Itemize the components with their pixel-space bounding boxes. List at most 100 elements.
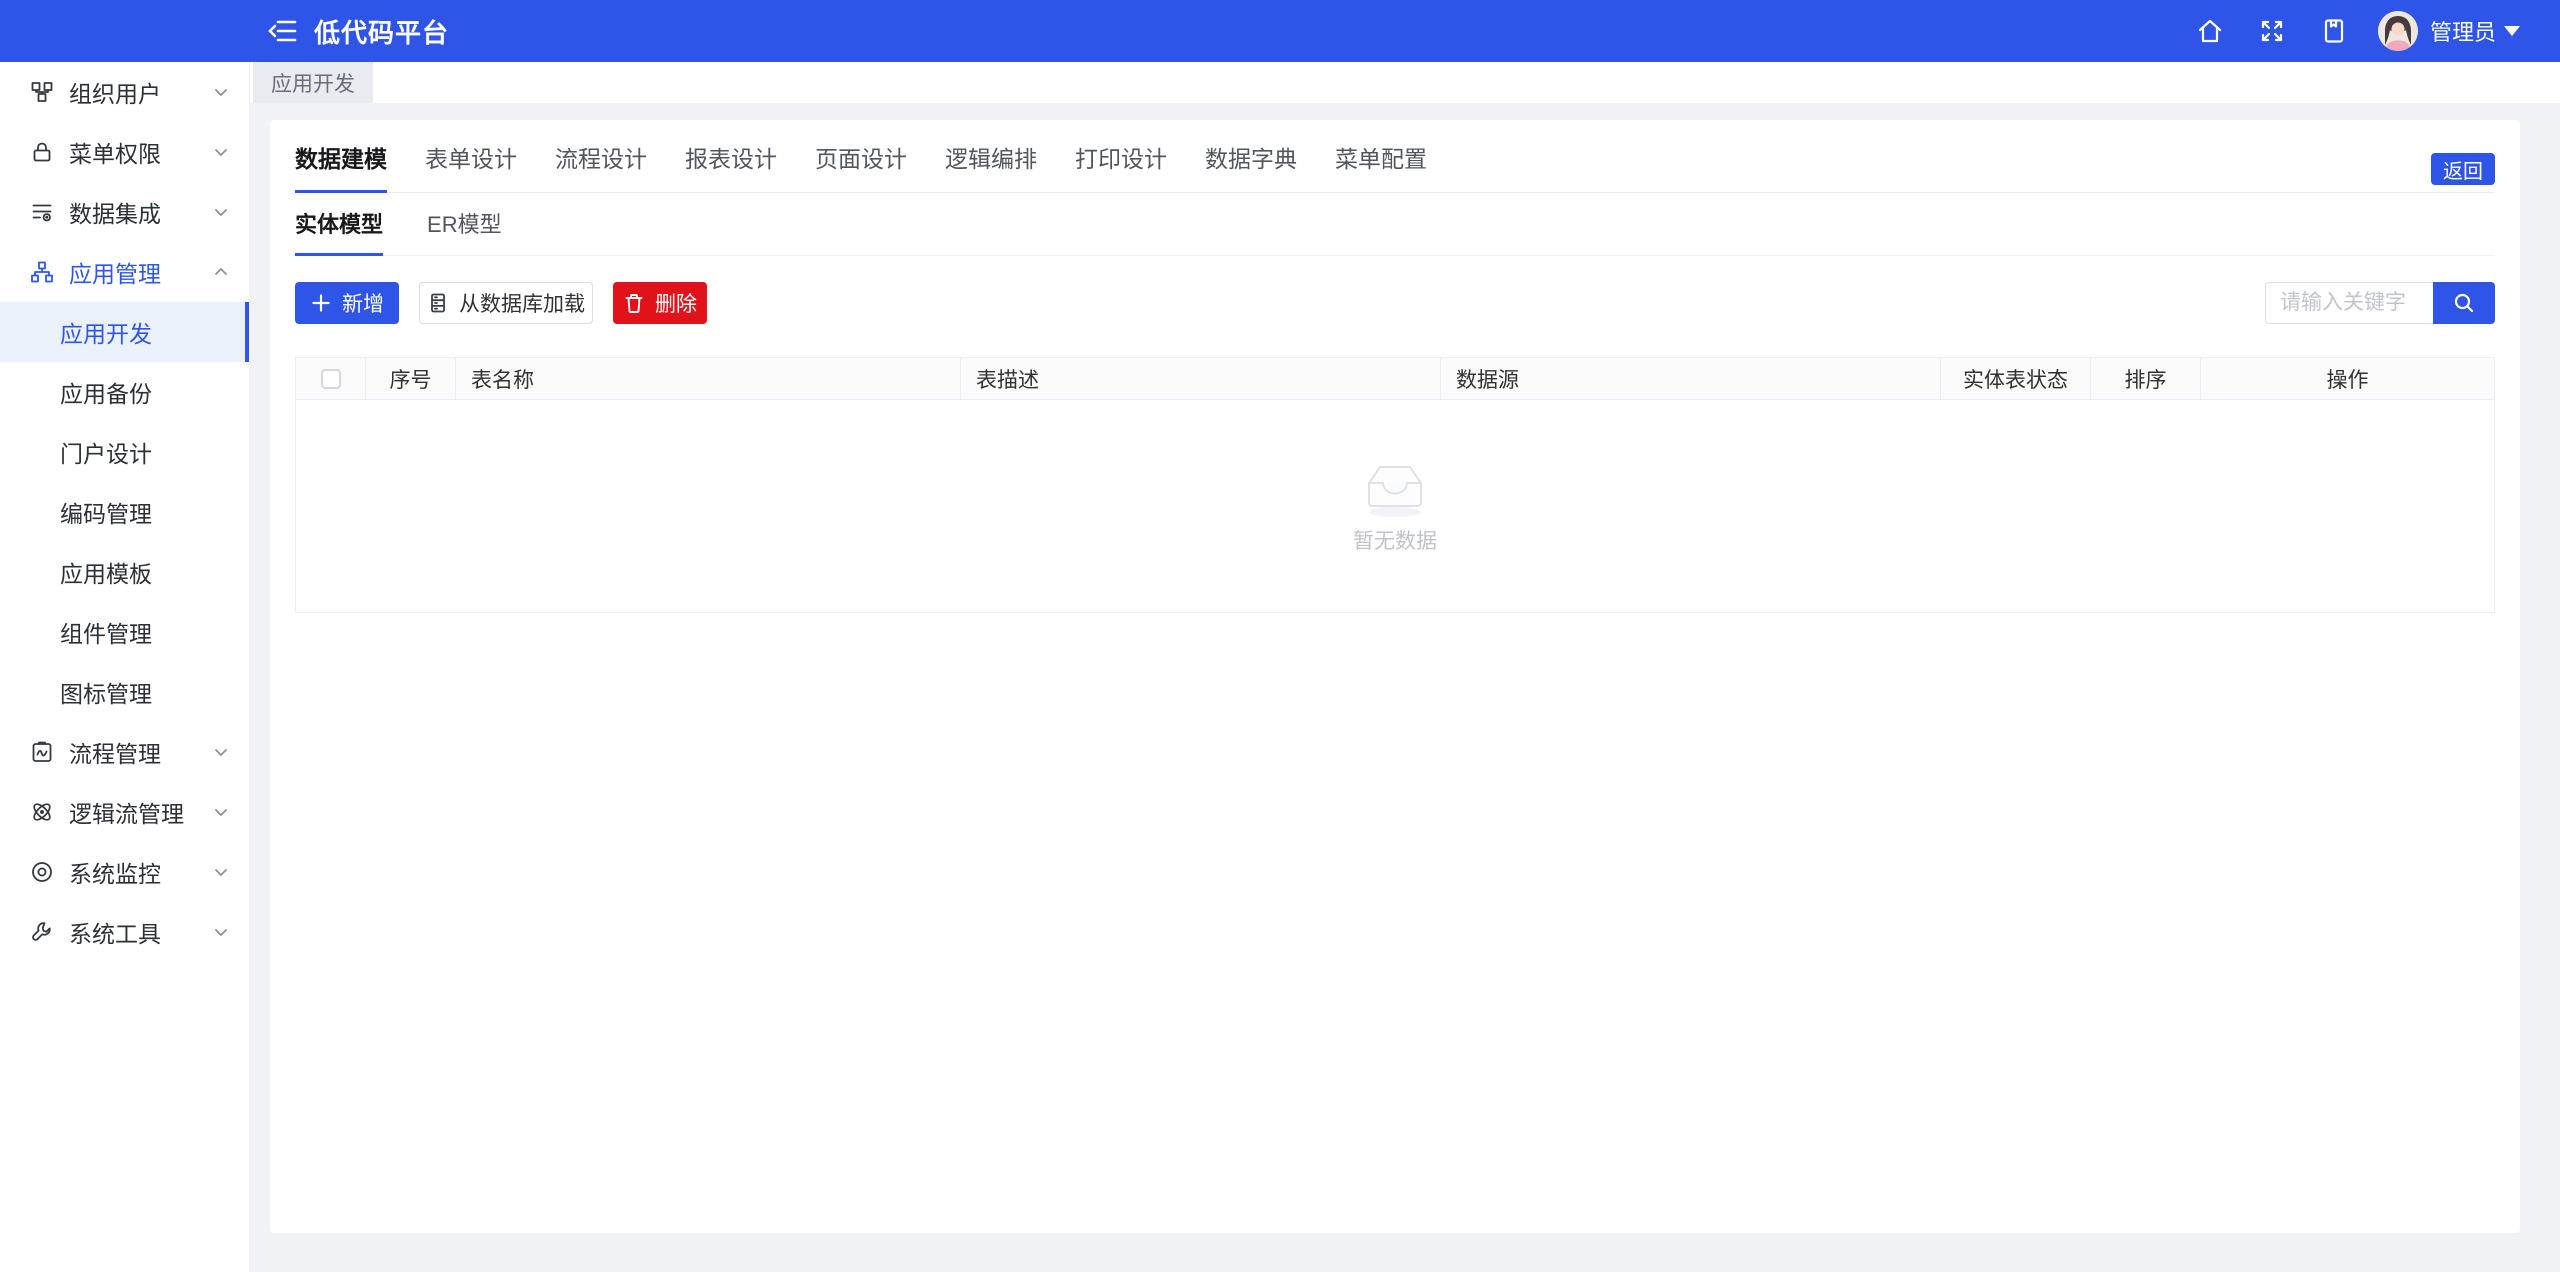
tab-form-design[interactable]: 表单设计 xyxy=(425,144,517,193)
sidebar-subitem-code-management[interactable]: 编码管理 xyxy=(0,482,249,542)
search-button[interactable] xyxy=(2433,282,2495,324)
sidebar-item-system-tools[interactable]: 系统工具 xyxy=(0,902,249,962)
search-group xyxy=(2265,282,2495,324)
sidebar: 组织用户 菜单权限 数据集成 应用管理 应用开发 应用备份 xyxy=(0,62,250,1272)
main-content: 数据建模 表单设计 流程设计 报表设计 页面设计 逻辑编排 打印设计 数据字典 … xyxy=(250,103,2560,1272)
user-menu[interactable]: 管理员 xyxy=(2430,15,2520,47)
tab-data-dictionary[interactable]: 数据字典 xyxy=(1205,144,1297,193)
sidebar-subitem-label: 门户设计 xyxy=(60,435,152,469)
topbar-right: 管理员 xyxy=(2162,11,2520,51)
empty-state: 暂无数据 xyxy=(1353,457,1437,555)
chevron-down-icon xyxy=(213,924,229,940)
sidebar-item-label: 菜单权限 xyxy=(69,135,161,169)
designer-tabs: 数据建模 表单设计 流程设计 报表设计 页面设计 逻辑编排 打印设计 数据字典 … xyxy=(295,120,2495,193)
sidebar-item-label: 应用管理 xyxy=(69,255,161,289)
delete-button[interactable]: 删除 xyxy=(613,282,707,324)
sidebar-subitem-label: 应用备份 xyxy=(60,375,152,409)
search-input[interactable] xyxy=(2265,282,2433,324)
select-all-checkbox[interactable] xyxy=(321,369,341,389)
sidebar-subitem-portal-design[interactable]: 门户设计 xyxy=(0,422,249,482)
sidebar-item-label: 组织用户 xyxy=(69,75,161,109)
empty-text: 暂无数据 xyxy=(1353,525,1437,555)
sidebar-subitem-app-backup[interactable]: 应用备份 xyxy=(0,362,249,422)
model-subtabs: 实体模型 ER模型 xyxy=(295,193,2495,256)
subtab-er-model[interactable]: ER模型 xyxy=(427,211,502,256)
search-icon xyxy=(2452,291,2476,315)
tag-label: 应用开发 xyxy=(271,68,355,98)
user-name-label: 管理员 xyxy=(2430,15,2496,47)
apartment-icon xyxy=(30,260,54,284)
chevron-down-icon xyxy=(213,744,229,760)
chevron-up-icon xyxy=(213,264,229,280)
topbar: 低代码平台 管理员 xyxy=(0,0,2560,62)
plus-icon xyxy=(310,292,332,314)
sidebar-subitem-label: 编码管理 xyxy=(60,495,152,529)
header-cell-index: 序号 xyxy=(366,358,456,399)
avatar[interactable] xyxy=(2378,11,2418,51)
sidebar-item-logic-flow-management[interactable]: 逻辑流管理 xyxy=(0,782,249,842)
sidebar-subitem-label: 图标管理 xyxy=(60,675,152,709)
lock-icon xyxy=(30,140,54,164)
sidebar-item-app-management[interactable]: 应用管理 xyxy=(0,242,249,302)
tools-icon xyxy=(30,920,54,944)
fullscreen-icon[interactable] xyxy=(2258,17,2286,45)
sidebar-item-process-management[interactable]: 流程管理 xyxy=(0,722,249,782)
header-cell-entity-state: 实体表状态 xyxy=(1941,358,2091,399)
sidebar-subitem-label: 组件管理 xyxy=(60,615,152,649)
org-users-icon xyxy=(30,80,54,104)
sidebar-subitem-component-management[interactable]: 组件管理 xyxy=(0,602,249,662)
home-icon[interactable] xyxy=(2196,17,2224,45)
back-button[interactable]: 返回 xyxy=(2431,153,2495,185)
sidebar-item-label: 逻辑流管理 xyxy=(69,795,184,829)
data-integration-icon xyxy=(30,200,54,224)
header-cell-sort: 排序 xyxy=(2091,358,2201,399)
trash-icon xyxy=(623,292,645,314)
delete-button-label: 删除 xyxy=(655,288,697,318)
chevron-down-icon xyxy=(213,144,229,160)
load-from-db-label: 从数据库加载 xyxy=(459,288,585,318)
database-icon xyxy=(427,292,449,314)
tab-data-modeling[interactable]: 数据建模 xyxy=(295,144,387,193)
flow-icon xyxy=(30,740,54,764)
tag-app-development[interactable]: 应用开发 xyxy=(253,62,373,103)
tab-report-design[interactable]: 报表设计 xyxy=(685,144,777,193)
sidebar-subitem-app-template[interactable]: 应用模板 xyxy=(0,542,249,602)
subtab-entity-model[interactable]: 实体模型 xyxy=(295,211,383,256)
sidebar-subitem-label: 应用模板 xyxy=(60,555,152,589)
menu-fold-icon[interactable] xyxy=(268,16,298,46)
table-body: 暂无数据 xyxy=(296,400,2494,612)
tab-page-design[interactable]: 页面设计 xyxy=(815,144,907,193)
load-from-db-button[interactable]: 从数据库加载 xyxy=(419,282,593,324)
sidebar-item-menu-permission[interactable]: 菜单权限 xyxy=(0,122,249,182)
sidebar-item-label: 系统工具 xyxy=(69,915,161,949)
empty-inbox-icon xyxy=(1357,457,1433,519)
toolbar: 新增 从数据库加载 删除 xyxy=(295,282,2495,324)
sidebar-subitem-app-development[interactable]: 应用开发 xyxy=(0,302,249,362)
header-cell-datasource: 数据源 xyxy=(1441,358,1941,399)
sidebar-item-org-users[interactable]: 组织用户 xyxy=(0,62,249,122)
sidebar-item-label: 数据集成 xyxy=(69,195,161,229)
header-cell-checkbox xyxy=(296,358,366,399)
table-header: 序号 表名称 表描述 数据源 实体表状态 排序 操作 xyxy=(296,358,2494,400)
header-cell-actions: 操作 xyxy=(2201,358,2494,399)
chevron-down-icon xyxy=(213,84,229,100)
tags-bar: 应用开发 xyxy=(250,62,2560,103)
app-title: 低代码平台 xyxy=(314,13,449,50)
sidebar-subitem-label: 应用开发 xyxy=(60,315,152,349)
add-button[interactable]: 新增 xyxy=(295,282,399,324)
caret-down-icon xyxy=(2504,26,2520,36)
tab-menu-config[interactable]: 菜单配置 xyxy=(1335,144,1427,193)
topbar-left: 低代码平台 xyxy=(268,13,449,50)
tab-logic-orchestration[interactable]: 逻辑编排 xyxy=(945,144,1037,193)
sidebar-subitem-icon-management[interactable]: 图标管理 xyxy=(0,662,249,722)
tab-print-design[interactable]: 打印设计 xyxy=(1075,144,1167,193)
header-cell-table-desc: 表描述 xyxy=(961,358,1441,399)
logic-flow-icon xyxy=(30,800,54,824)
content-card: 数据建模 表单设计 流程设计 报表设计 页面设计 逻辑编排 打印设计 数据字典 … xyxy=(270,120,2520,1233)
header-cell-table-name: 表名称 xyxy=(456,358,961,399)
sidebar-item-label: 流程管理 xyxy=(69,735,161,769)
document-icon[interactable] xyxy=(2320,17,2348,45)
sidebar-item-data-integration[interactable]: 数据集成 xyxy=(0,182,249,242)
tab-process-design[interactable]: 流程设计 xyxy=(555,144,647,193)
sidebar-item-system-monitor[interactable]: 系统监控 xyxy=(0,842,249,902)
